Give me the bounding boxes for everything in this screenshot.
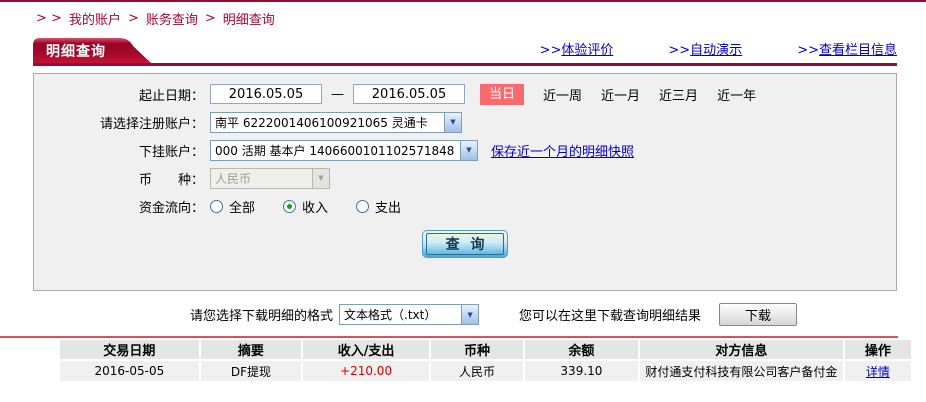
sub-account-label: 下挂账户： — [34, 141, 210, 160]
breadcrumb-separator: > — [128, 11, 139, 26]
header-balance: 余额 — [525, 340, 640, 361]
currency-label: 币 种： — [34, 169, 210, 188]
download-format-label: 请您选择下载明细的格式 — [190, 305, 333, 324]
link-prefix: >> — [540, 43, 562, 58]
breadcrumb-prefix: > > — [36, 11, 62, 26]
radio-circle — [283, 200, 296, 213]
cell-balance: 339.10 — [525, 361, 640, 381]
header-currency: 币种 — [431, 340, 525, 361]
query-button-label: 查 询 — [426, 233, 504, 255]
query-form: 起止日期： — 当日 近一周 近一月 近三月 近一年 请选择注册账户： 南平 6… — [33, 73, 897, 291]
registered-account-select[interactable]: 南平 6222001406100921065 灵通卡 ▼ — [210, 112, 462, 133]
breadcrumb: > > 我的账户 > 账务查询 > 明细查询 — [36, 9, 926, 28]
page: > > 我的账户 > 账务查询 > 明细查询 明细查询 >>体验评价 >>自动演… — [0, 0, 926, 402]
breadcrumb-item-account-query[interactable]: 账务查询 — [146, 9, 198, 28]
download-hint: 您可以在这里下载查询明细结果 — [519, 305, 701, 324]
header-links: >>体验评价 >>自动演示 >>查看栏目信息 — [540, 39, 897, 63]
sub-account-value: 000 活期 基本户 1406600101102571848 — [211, 142, 460, 159]
header-amount: 收入/支出 — [303, 340, 431, 361]
table-top-rule — [0, 336, 898, 338]
radio-label-all: 全部 — [229, 197, 255, 216]
start-date-input[interactable] — [210, 84, 322, 104]
quick-range-last-month[interactable]: 近一月 — [601, 85, 640, 104]
download-format-select[interactable]: 文本格式（.txt） ▼ — [339, 304, 479, 325]
link-label: 查看栏目信息 — [819, 43, 897, 58]
date-range-row: 起止日期： — 当日 近一周 近一月 近三月 近一年 — [34, 80, 896, 108]
currency-value: 人民币 — [211, 170, 312, 187]
fund-flow-label: 资金流向： — [34, 197, 210, 216]
radio-dot — [360, 204, 365, 209]
sub-account-row: 下挂账户： 000 活期 基本户 1406600101102571848 ▼ 保… — [34, 136, 896, 164]
registered-account-label: 请选择注册账户： — [34, 113, 210, 132]
breadcrumb-item-my-account[interactable]: 我的账户 — [69, 9, 121, 28]
radio-flow-expense[interactable]: 支出 — [356, 197, 401, 216]
quick-range-last-week[interactable]: 近一周 — [543, 85, 582, 104]
cell-counterparty: 财付通支付科技有限公司客户备付金 — [640, 361, 845, 381]
cell-amount: +210.00 — [303, 361, 431, 381]
query-button-row: 查 询 — [34, 230, 896, 258]
link-label: 体验评价 — [561, 43, 613, 58]
cell-currency: 人民币 — [431, 361, 525, 381]
header-summary: 摘要 — [201, 340, 303, 361]
top-divider — [0, 0, 926, 2]
registered-account-row: 请选择注册账户： 南平 6222001406100921065 灵通卡 ▼ — [34, 108, 896, 136]
panel-header: 明细查询 >>体验评价 >>自动演示 >>查看栏目信息 — [33, 38, 897, 66]
breadcrumb-separator: > — [205, 11, 216, 26]
cell-action: 详情 — [845, 361, 913, 381]
radio-circle — [356, 200, 369, 213]
detail-query-panel: 明细查询 >>体验评价 >>自动演示 >>查看栏目信息 起止日期： — 当日 近… — [33, 38, 897, 291]
select-arrow-icon: ▼ — [312, 169, 329, 188]
quick-range-last-year[interactable]: 近一年 — [717, 85, 756, 104]
today-filter-badge[interactable]: 当日 — [480, 84, 524, 105]
select-arrow-icon[interactable]: ▼ — [460, 141, 477, 160]
date-range-label: 起止日期： — [34, 85, 210, 104]
radio-circle — [210, 200, 223, 213]
link-experience-feedback[interactable]: >>体验评价 — [540, 39, 614, 58]
panel-tab-detail-query: 明细查询 — [33, 38, 151, 63]
fund-flow-row: 资金流向： 全部 收入 支出 — [34, 192, 896, 220]
link-prefix: >> — [797, 43, 819, 58]
date-range-dash: — — [331, 87, 344, 102]
download-button[interactable]: 下载 — [719, 303, 797, 326]
link-prefix: >> — [668, 43, 690, 58]
radio-dot — [214, 204, 219, 209]
select-arrow-icon[interactable]: ▼ — [461, 305, 478, 324]
radio-flow-income[interactable]: 收入 — [283, 197, 328, 216]
results-table: 交易日期 摘要 收入/支出 币种 余额 对方信息 操作 2016-05-05 D… — [60, 340, 913, 381]
cell-summary: DF提现 — [201, 361, 303, 381]
header-date: 交易日期 — [60, 340, 201, 361]
query-button[interactable]: 查 询 — [422, 230, 508, 258]
link-view-column-info[interactable]: >>查看栏目信息 — [797, 39, 897, 58]
breadcrumb-item-detail-query[interactable]: 明细查询 — [223, 9, 275, 28]
header-action: 操作 — [845, 340, 913, 361]
radio-label-income: 收入 — [302, 197, 328, 216]
select-arrow-icon[interactable]: ▼ — [444, 113, 461, 132]
download-format-value: 文本格式（.txt） — [340, 306, 461, 323]
currency-row: 币 种： 人民币 ▼ — [34, 164, 896, 192]
table-row: 2016-05-05 DF提现 +210.00 人民币 339.10 财付通支付… — [60, 361, 913, 381]
quick-range-last-3-months[interactable]: 近三月 — [659, 85, 698, 104]
currency-select: 人民币 ▼ — [210, 168, 330, 189]
end-date-input[interactable] — [353, 84, 465, 104]
save-monthly-snapshot-link[interactable]: 保存近一个月的明细快照 — [491, 141, 634, 160]
header-counterparty: 对方信息 — [640, 340, 845, 361]
radio-label-expense: 支出 — [375, 197, 401, 216]
cell-date: 2016-05-05 — [60, 361, 201, 381]
registered-account-value: 南平 6222001406100921065 灵通卡 — [211, 114, 444, 131]
radio-flow-all[interactable]: 全部 — [210, 197, 255, 216]
link-label: 自动演示 — [690, 43, 742, 58]
radio-dot — [287, 204, 292, 209]
download-row: 请您选择下载明细的格式 文本格式（.txt） ▼ 您可以在这里下载查询明细结果 … — [190, 303, 926, 326]
detail-link[interactable]: 详情 — [866, 365, 890, 379]
panel-title: 明细查询 — [46, 41, 106, 61]
table-header-row: 交易日期 摘要 收入/支出 币种 余额 对方信息 操作 — [60, 340, 913, 361]
sub-account-select[interactable]: 000 活期 基本户 1406600101102571848 ▼ — [210, 140, 478, 161]
link-auto-demo[interactable]: >>自动演示 — [668, 39, 742, 58]
